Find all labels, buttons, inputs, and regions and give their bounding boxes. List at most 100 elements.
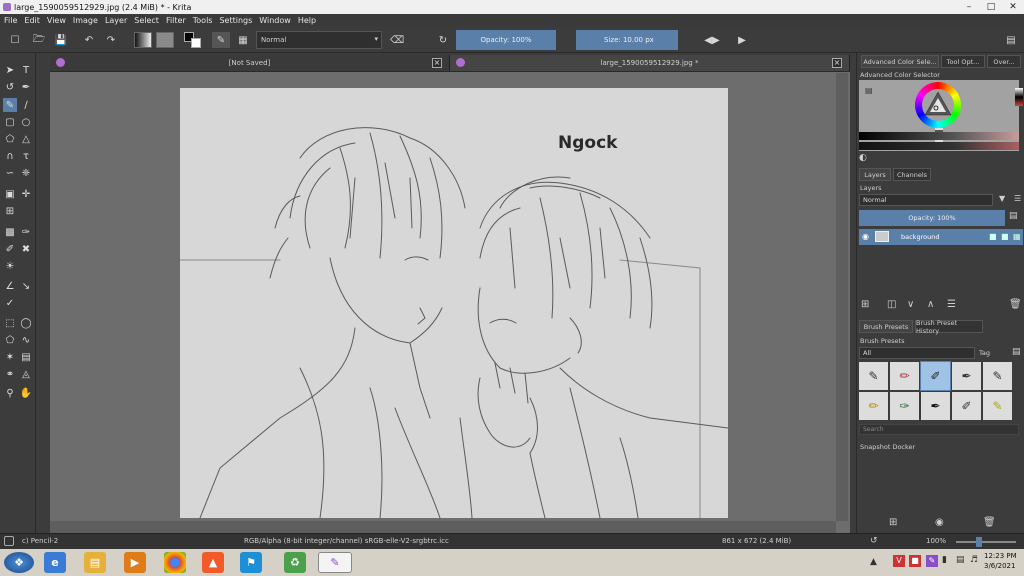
- horizontal-scrollbar[interactable]: [50, 521, 836, 533]
- reload-preset-icon[interactable]: ↻: [436, 32, 450, 48]
- layer-properties-icon[interactable]: ▤: [1009, 211, 1018, 221]
- transform-tool-icon[interactable]: ▣: [3, 187, 17, 201]
- size-slider[interactable]: Size: 10.00 px: [598, 30, 678, 50]
- close-tab-icon[interactable]: ×: [832, 58, 842, 68]
- eraser-icon[interactable]: ⌫: [390, 32, 404, 48]
- camera-icon[interactable]: ◉: [935, 517, 944, 528]
- chrome-icon[interactable]: [164, 552, 186, 573]
- app-icon[interactable]: ⚑: [240, 552, 262, 573]
- menu-filter[interactable]: Filter: [166, 16, 186, 25]
- layer-menu-icon[interactable]: ☰: [947, 299, 956, 310]
- tray-app-icon[interactable]: ✎: [926, 555, 938, 567]
- edit-shapes-icon[interactable]: ↺: [3, 80, 17, 94]
- krita-taskbar-icon[interactable]: ✎: [318, 552, 352, 573]
- polygon-select-icon[interactable]: ⬠: [3, 333, 17, 347]
- brush-preset-icon[interactable]: ✎: [983, 392, 1012, 420]
- menu-view[interactable]: View: [47, 16, 66, 25]
- color-refresh-icon[interactable]: ◐: [859, 153, 867, 163]
- fill-tool-icon[interactable]: ☀: [3, 259, 17, 273]
- mirror-horizontal-icon[interactable]: ◀▶: [704, 32, 720, 48]
- delete-snapshot-icon[interactable]: 🗑: [983, 517, 996, 528]
- reference-images-icon[interactable]: ✓: [3, 296, 17, 310]
- assistant-tool-icon[interactable]: ∠: [3, 279, 17, 293]
- close-tab-icon[interactable]: ×: [432, 58, 442, 68]
- alpha-lock-icon[interactable]: ■: [1001, 232, 1009, 241]
- file-explorer-icon[interactable]: ▤: [84, 552, 106, 573]
- tab-large-image[interactable]: large_1590059512929.jpg * ×: [450, 55, 850, 71]
- volume-icon[interactable]: ♬: [970, 555, 978, 565]
- ellipse-tool-icon[interactable]: ○: [19, 115, 33, 129]
- brush-preset-icon[interactable]: ✒: [921, 392, 950, 420]
- tab-channels[interactable]: Channels: [893, 168, 931, 181]
- contiguous-select-icon[interactable]: ✶: [3, 350, 17, 364]
- lock-icon[interactable]: ■: [989, 232, 997, 241]
- brush-preset-icon[interactable]: ✐: [920, 361, 951, 391]
- multibrush-icon[interactable]: ❈: [19, 166, 33, 180]
- tab-brush-presets[interactable]: Brush Presets: [859, 320, 913, 333]
- tray-app-icon[interactable]: ■: [909, 555, 921, 567]
- tray-expand-icon[interactable]: ▲: [870, 557, 877, 567]
- zoom-tool-icon[interactable]: ⚲: [3, 386, 17, 400]
- opacity-slider[interactable]: Opacity: 100%: [456, 30, 556, 50]
- rotate-canvas-icon[interactable]: ↺: [870, 536, 878, 546]
- add-snapshot-icon[interactable]: ⊞: [889, 517, 897, 528]
- media-player-icon[interactable]: ▶: [124, 552, 146, 573]
- color-selector-widget[interactable]: ▤: [859, 80, 1023, 151]
- vertical-scrollbar[interactable]: [836, 73, 848, 521]
- battery-icon[interactable]: ▮: [942, 555, 947, 565]
- tab-tool-options[interactable]: Tool Opt...: [941, 55, 985, 68]
- zoom-level-label[interactable]: 100%: [926, 537, 946, 545]
- new-document-icon[interactable]: ☐: [8, 32, 22, 48]
- tab-overview[interactable]: Over...: [987, 55, 1021, 68]
- maximize-icon[interactable]: □: [980, 0, 1002, 14]
- color-patch-strip[interactable]: [859, 142, 1019, 150]
- brush-preset-icon[interactable]: ✐: [952, 392, 981, 420]
- rectangle-tool-icon[interactable]: ▢: [3, 115, 17, 129]
- brush-view-icon[interactable]: ▤: [1012, 347, 1021, 357]
- visibility-eye-icon[interactable]: ◉: [862, 232, 869, 241]
- color-settings-icon[interactable]: ▤: [865, 86, 873, 95]
- move-tool-icon[interactable]: ✛: [19, 187, 33, 201]
- tab-layers[interactable]: Layers: [859, 168, 891, 181]
- menu-tools[interactable]: Tools: [193, 16, 213, 25]
- brush-preset-icon[interactable]: ✏: [890, 362, 919, 390]
- polyline-tool-icon[interactable]: △: [19, 132, 33, 146]
- brush-search-input[interactable]: Search: [859, 424, 1019, 435]
- mirror-vertical-icon[interactable]: ▶: [734, 32, 750, 48]
- layer-options-icon[interactable]: ☰: [1014, 194, 1021, 203]
- freehand-select-icon[interactable]: ∿: [19, 333, 33, 347]
- tab-brush-preset-history[interactable]: Brush Preset History: [915, 319, 983, 335]
- move-down-icon[interactable]: ∨: [907, 299, 914, 310]
- bezier-select-icon[interactable]: ⚭: [3, 367, 17, 381]
- menu-select[interactable]: Select: [134, 16, 159, 25]
- brush-preset-icon[interactable]: ✑: [890, 392, 919, 420]
- layer-row-background[interactable]: ◉ background ■ ■ ▦: [859, 229, 1023, 245]
- select-shapes-icon[interactable]: ➤: [3, 63, 17, 77]
- color-picker-icon[interactable]: ✑: [19, 225, 33, 239]
- measure-tool-icon[interactable]: ↘: [19, 279, 33, 293]
- ie-icon[interactable]: e: [44, 552, 66, 573]
- menu-layer[interactable]: Layer: [105, 16, 127, 25]
- brush-preset-icon[interactable]: ✎: [212, 32, 230, 48]
- menu-help[interactable]: Help: [298, 16, 316, 25]
- menu-settings[interactable]: Settings: [219, 16, 252, 25]
- tab-advanced-color-selector[interactable]: Advanced Color Sele...: [861, 55, 939, 68]
- recent-colors-bar[interactable]: [1015, 88, 1023, 106]
- crop-tool-icon[interactable]: ⊞: [3, 204, 17, 218]
- minimize-icon[interactable]: –: [958, 0, 980, 14]
- brush-filter-select[interactable]: All: [859, 347, 975, 359]
- pattern-swatch[interactable]: [156, 32, 174, 48]
- color-space-label[interactable]: RGB/Alpha (8-bit integer/channel) sRGB-e…: [244, 537, 449, 545]
- similar-select-icon[interactable]: ▤: [19, 350, 33, 364]
- text-tool-icon[interactable]: T: [19, 63, 33, 77]
- clock-time[interactable]: 12:23 PM: [984, 552, 1017, 560]
- freehand-path-icon[interactable]: τ: [19, 149, 33, 163]
- clock-date[interactable]: 3/6/2021: [984, 562, 1015, 570]
- menu-window[interactable]: Window: [259, 16, 291, 25]
- ellipse-select-icon[interactable]: ◯: [19, 316, 33, 330]
- layer-opacity-slider[interactable]: Opacity: 100%: [859, 210, 1005, 226]
- gradient-swatch[interactable]: [134, 32, 152, 48]
- brush-tag-select[interactable]: Tag: [979, 347, 1009, 359]
- redo-icon[interactable]: ↷: [104, 32, 118, 48]
- fg-bg-color-icon[interactable]: [184, 32, 202, 48]
